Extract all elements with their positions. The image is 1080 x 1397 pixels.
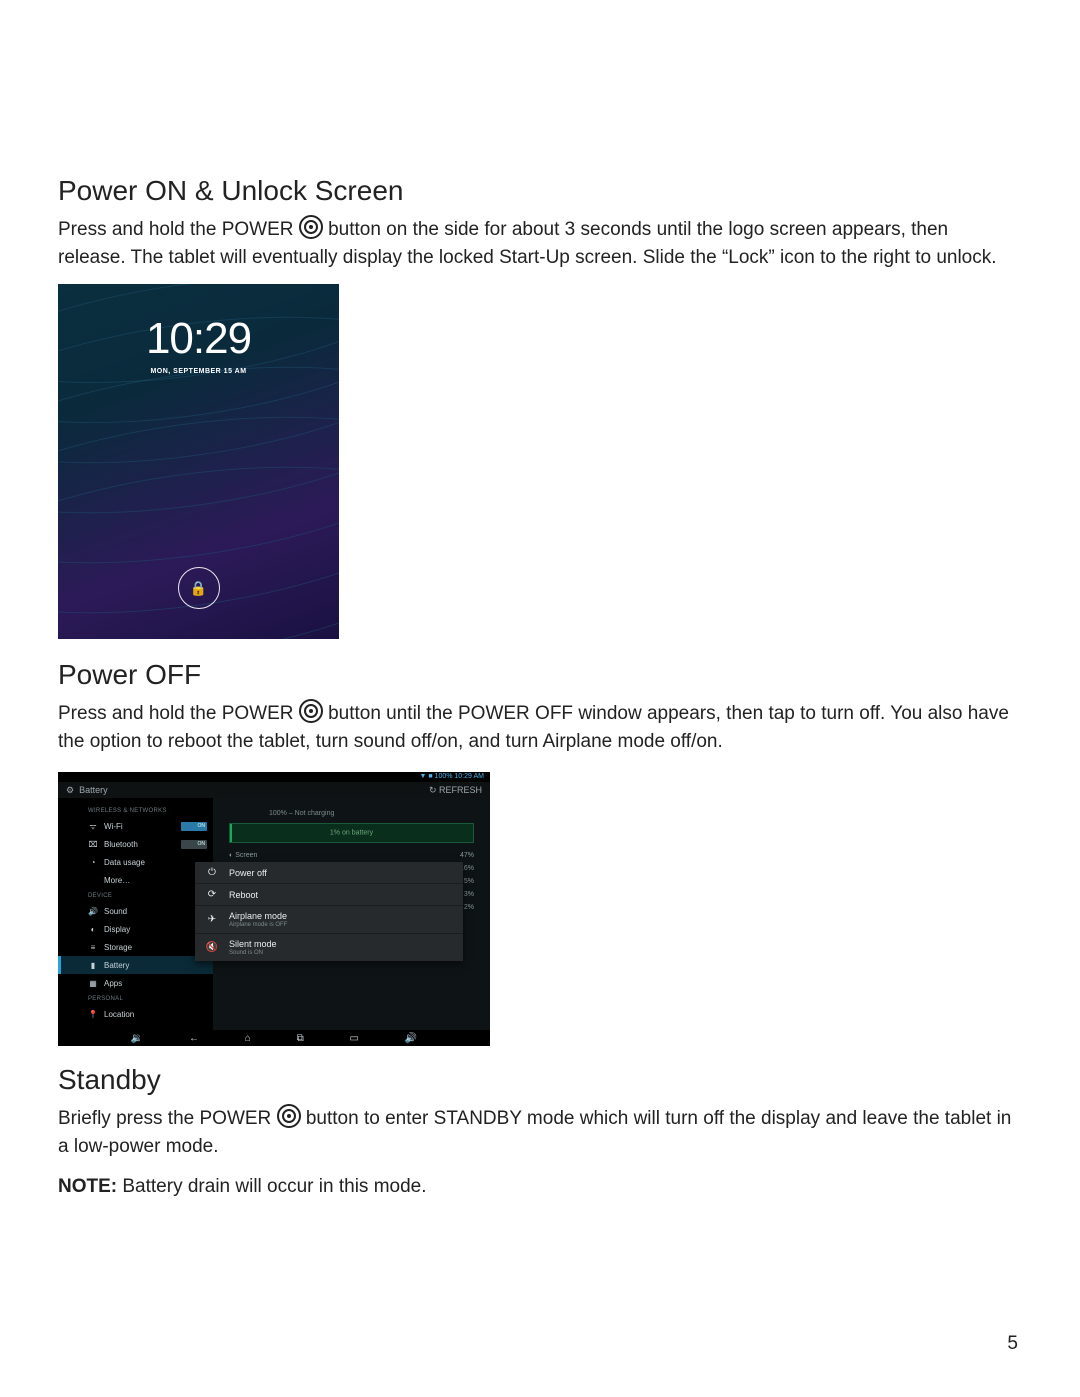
status-bar: ▼ ■ 100% 10:29 AM — [58, 772, 490, 782]
screenshot-icon[interactable]: ⧉ — [297, 1033, 304, 1044]
sidebar-item-more[interactable]: More… — [58, 871, 213, 889]
lock-slider[interactable]: 🔒 — [178, 567, 220, 609]
silent-icon: 🔇 — [205, 942, 219, 953]
power-off-icon: ⏻ — [205, 867, 219, 878]
usage-label: Screen — [235, 852, 257, 859]
text-power-off-pre: Press and hold the POWER — [58, 703, 299, 724]
power-menu-label: Airplane mode — [229, 911, 287, 921]
sidebar-item-label: Bluetooth — [104, 840, 138, 849]
data-usage-icon: ◔ — [88, 858, 98, 867]
power-icon — [299, 699, 323, 723]
sidebar-item-label: Battery — [104, 961, 129, 970]
sound-icon: 🔊 — [88, 907, 98, 916]
power-icon — [299, 215, 323, 239]
wifi-icon: ᯤ — [88, 821, 98, 832]
wifi-toggle[interactable]: ON — [181, 822, 207, 831]
usage-percent: 5% — [464, 878, 474, 885]
power-menu-item-airplane[interactable]: ✈ Airplane mode Airplane mode is OFF — [195, 906, 463, 934]
display-icon: ◐ — [88, 925, 98, 934]
sidebar-item-storage[interactable]: ≡ Storage — [58, 938, 213, 956]
power-menu-item-reboot[interactable]: ⟳ Reboot — [195, 884, 463, 906]
bluetooth-icon: ⌧ — [88, 840, 98, 849]
sidebar-item-label: Data usage — [104, 858, 145, 867]
paragraph-power-off: Press and hold the POWER button until th… — [58, 699, 1020, 756]
lockscreen-figure: 10:29 MON, SEPTEMBER 15 AM 🔒 — [58, 284, 339, 639]
bluetooth-toggle[interactable]: ON — [181, 840, 207, 849]
sidebar-item-label: More… — [104, 876, 130, 885]
settings-sidebar: WIRELESS & NETWORKS ᯤ Wi-Fi ON ⌧ Bluetoo… — [58, 798, 213, 1032]
page-number: 5 — [1007, 1333, 1018, 1355]
power-menu-label: Power off — [229, 868, 267, 878]
power-menu-sublabel: Airplane mode is OFF — [229, 922, 287, 928]
power-menu-sublabel: Sound is ON — [229, 950, 277, 956]
usage-percent: 2% — [464, 904, 474, 911]
text-standby-pre: Briefly press the POWER — [58, 1108, 277, 1129]
storage-icon: ≡ — [88, 943, 98, 952]
volume-up-icon[interactable]: 🔊 — [405, 1033, 417, 1044]
airplane-icon: ✈ — [205, 914, 219, 925]
gear-icon: ⚙ — [66, 785, 74, 796]
battery-icon: ▮ — [88, 961, 98, 970]
power-menu-item-power-off[interactable]: ⏻ Power off — [195, 862, 463, 884]
usage-percent: 47% — [460, 852, 474, 859]
sidebar-item-display[interactable]: ◐ Display — [58, 920, 213, 938]
power-menu-figure: ▼ ■ 100% 10:29 AM ⚙ Battery ↻ REFRESH WIR… — [58, 772, 490, 1046]
recents-icon[interactable]: ▭ — [349, 1033, 358, 1044]
paragraph-standby-note: NOTE: Battery drain will occur in this m… — [58, 1173, 1020, 1201]
volume-down-icon[interactable]: 🔉 — [131, 1033, 143, 1044]
refresh-button[interactable]: ↻ REFRESH — [429, 785, 482, 796]
settings-titlebar: ⚙ Battery ↻ REFRESH — [58, 782, 490, 798]
battery-status-text: 100% – Not charging — [229, 806, 474, 823]
apps-icon: ▦ — [88, 979, 98, 988]
heading-power-on: Power ON & Unlock Screen — [58, 175, 1020, 207]
sidebar-item-data-usage[interactable]: ◔ Data usage — [58, 853, 213, 871]
battery-bar[interactable]: 1% on battery — [229, 823, 474, 843]
heading-standby: Standby — [58, 1064, 1020, 1096]
home-icon[interactable]: ⌂ — [245, 1033, 251, 1044]
lockscreen-time: 10:29 — [58, 314, 339, 364]
lock-icon: 🔒 — [190, 580, 207, 597]
sidebar-item-apps[interactable]: ▦ Apps — [58, 974, 213, 992]
sidebar-category-wireless: WIRELESS & NETWORKS — [58, 804, 213, 817]
sidebar-item-label: Display — [104, 925, 130, 934]
sidebar-item-label: Wi-Fi — [104, 822, 123, 831]
note-label: NOTE: — [58, 1176, 117, 1197]
power-menu-item-silent[interactable]: 🔇 Silent mode Sound is ON — [195, 934, 463, 961]
note-body: Battery drain will occur in this mode. — [117, 1176, 426, 1197]
paragraph-standby: Briefly press the POWER button to enter … — [58, 1104, 1020, 1161]
paragraph-power-on: Press and hold the POWER button on the s… — [58, 215, 1020, 272]
sidebar-category-personal: PERSONAL — [58, 992, 213, 1005]
sidebar-item-label: Location — [104, 1010, 134, 1019]
sidebar-item-wifi[interactable]: ᯤ Wi-Fi ON — [58, 817, 213, 835]
sidebar-item-label: Apps — [104, 979, 122, 988]
power-icon — [277, 1104, 301, 1128]
heading-power-off: Power OFF — [58, 659, 1020, 691]
location-icon: 📍 — [88, 1010, 98, 1019]
power-menu-label: Silent mode — [229, 939, 277, 949]
sidebar-item-label: Storage — [104, 943, 132, 952]
power-menu-label: Reboot — [229, 890, 258, 900]
back-icon[interactable]: ← — [189, 1033, 199, 1044]
sidebar-item-location[interactable]: 📍 Location — [58, 1005, 213, 1023]
usage-row-screen[interactable]: ◐ Screen 47% — [229, 849, 474, 862]
sidebar-category-device: DEVICE — [58, 889, 213, 902]
reboot-icon: ⟳ — [205, 889, 219, 900]
sidebar-item-sound[interactable]: 🔊 Sound — [58, 902, 213, 920]
sidebar-item-label: Sound — [104, 907, 127, 916]
settings-title: Battery — [79, 785, 108, 795]
usage-percent: 3% — [464, 891, 474, 898]
lockscreen-date: MON, SEPTEMBER 15 AM — [58, 368, 339, 375]
power-menu-dialog: ⏻ Power off ⟳ Reboot ✈ Airplane mode Air… — [195, 862, 463, 961]
battery-bar-label: 1% on battery — [330, 830, 373, 837]
sidebar-item-battery[interactable]: ▮ Battery — [58, 956, 213, 974]
nav-bar: 🔉 ← ⌂ ⧉ ▭ 🔊 — [58, 1030, 490, 1046]
text-power-on-pre: Press and hold the POWER — [58, 219, 299, 240]
sidebar-item-bluetooth[interactable]: ⌧ Bluetooth ON — [58, 835, 213, 853]
